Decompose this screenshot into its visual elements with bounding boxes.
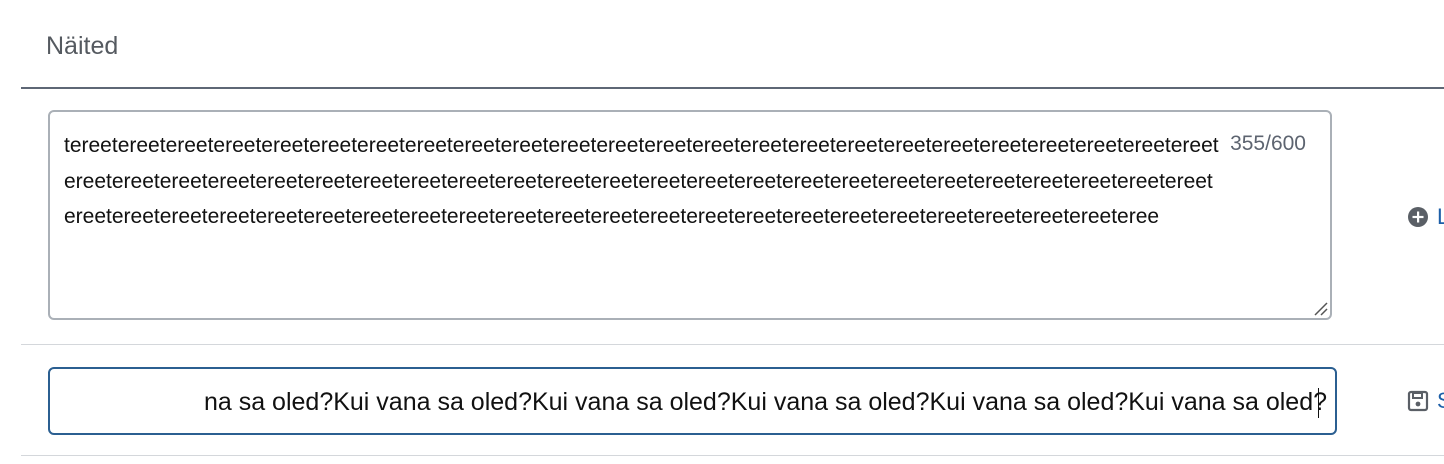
example-input-text: na sa oled?Kui vana sa oled?Kui vana sa … <box>203 388 1327 416</box>
add-link[interactable]: L <box>1407 204 1444 230</box>
example-textarea[interactable]: tereetereetereetereetereetereetereeteree… <box>48 110 1332 320</box>
section-title: Näited <box>46 32 119 60</box>
resize-handle-icon[interactable] <box>1312 300 1328 316</box>
example-textarea-value[interactable]: tereetereetereetereetereetereetereeteree… <box>64 128 1224 235</box>
examples-panel: Näited tereetereetereetereetereetereeter… <box>0 0 1444 464</box>
save-link-label: S <box>1437 388 1444 414</box>
row-divider-bottom <box>21 455 1444 456</box>
add-link-label: L <box>1437 204 1444 229</box>
plus-circle-icon <box>1408 207 1428 227</box>
row-divider <box>21 344 1444 345</box>
save-icon <box>1407 390 1429 412</box>
example-input-value[interactable]: na sa oled?Kui vana sa oled?Kui vana sa … <box>204 386 1327 419</box>
save-link[interactable]: S <box>1407 388 1444 414</box>
title-divider <box>21 87 1444 89</box>
example-input[interactable]: na sa oled?Kui vana sa oled?Kui vana sa … <box>48 367 1337 435</box>
char-counter: 355/600 <box>1230 132 1306 155</box>
text-caret <box>1318 388 1319 419</box>
